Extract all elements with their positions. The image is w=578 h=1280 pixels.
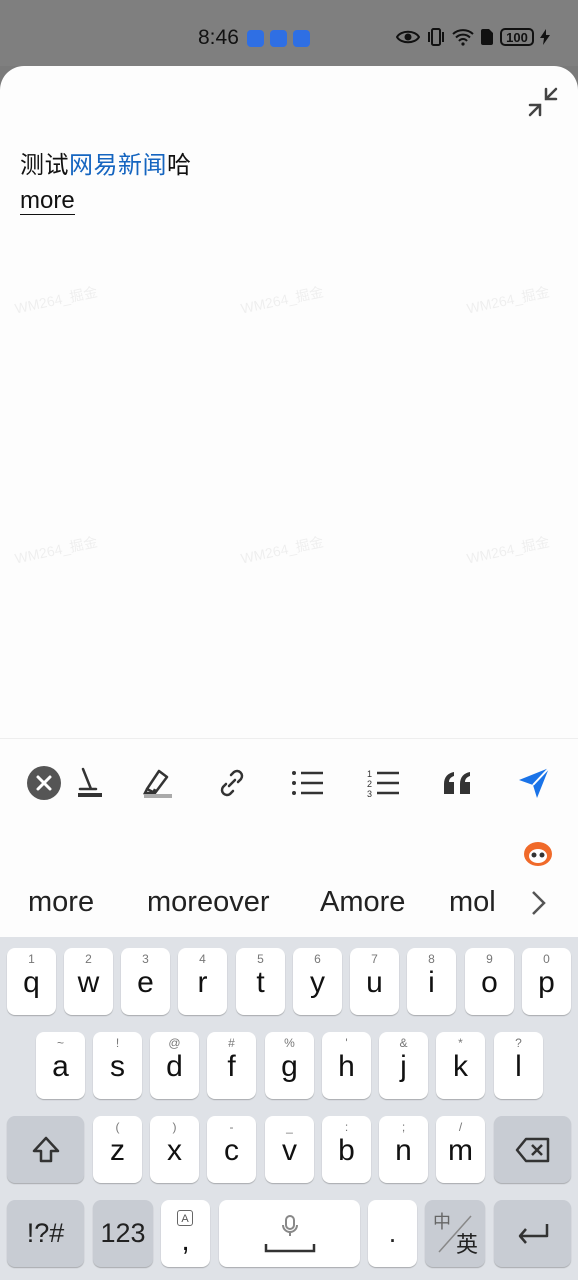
key-b[interactable]: :b [322,1116,371,1183]
editor-text: 测试 [20,152,69,179]
close-circle-icon [27,766,61,800]
suggestion-item[interactable]: moreover [147,886,270,919]
editor-line: more [20,184,540,218]
svg-text:2: 2 [367,779,372,789]
key-a[interactable]: ~ a [36,1032,85,1099]
key-y[interactable]: 6y [293,948,342,1015]
key-n[interactable]: ; n [379,1116,428,1183]
period-key[interactable]: . [368,1200,417,1267]
suggestion-item[interactable]: more [28,886,94,919]
quote-button[interactable] [438,763,478,803]
highlighter-icon [142,769,172,798]
microphone-icon [281,1214,298,1236]
editor-line: 测试网易新闻哈 [20,150,540,182]
app-notification-icon [293,30,310,47]
status-bar: 8:46 100 [0,0,578,66]
app-notification-icon [270,30,287,47]
key-v[interactable]: _ v [265,1116,314,1183]
wifi-icon [452,29,474,46]
key-m[interactable]: / m [436,1116,485,1183]
collapse-icon[interactable] [527,86,559,118]
key-e[interactable]: 3e [121,948,170,1015]
status-time: 8:46 [198,26,239,49]
key-s[interactable]: ! s [93,1032,142,1099]
text-format-icon [78,767,102,797]
suggestion-item[interactable]: Amore [320,886,405,919]
key-c[interactable]: -c [207,1116,256,1183]
numbered-list-icon: 123 [367,769,399,798]
chevron-right-icon[interactable] [528,889,548,917]
rich-text-editor[interactable]: 测试网易新闻哈 more [20,150,540,218]
sim-icon [481,29,493,45]
system-icons: 100 [396,28,550,46]
link-button[interactable] [212,763,252,803]
key-w[interactable]: 2w [64,948,113,1015]
backspace-icon [515,1137,549,1162]
key-p[interactable]: 0p [522,948,571,1015]
vibrate-icon [428,28,444,46]
clear-button[interactable] [24,763,64,803]
key-i[interactable]: 8i [407,948,456,1015]
key-d[interactable]: @ d [150,1032,199,1099]
backspace-key[interactable] [494,1116,571,1183]
svg-text:1: 1 [367,769,372,779]
key-j[interactable]: & j [379,1032,428,1099]
charging-icon [540,29,550,45]
key-o[interactable]: 9o [465,948,514,1015]
suggestion-strip [0,827,578,937]
numbers-key[interactable]: 123 [93,1200,153,1267]
send-icon [519,767,550,798]
key-g[interactable]: % g [265,1032,314,1099]
language-switch-key[interactable]: 中 英 [425,1200,485,1267]
space-key[interactable] [219,1200,360,1267]
key-k[interactable]: * k [436,1032,485,1099]
key-f[interactable]: # f [207,1032,256,1099]
text-style-button[interactable] [70,763,110,803]
svg-text:3: 3 [367,789,372,798]
key-h[interactable]: ' h [322,1032,371,1099]
notification-icons [247,30,310,47]
space-bar-icon [264,1243,315,1252]
shift-key[interactable] [7,1116,84,1183]
key-x[interactable]: ) x [150,1116,199,1183]
key-t[interactable]: 5t [236,948,285,1015]
comma-key[interactable]: A , [161,1200,210,1267]
editor-text: 哈 [167,152,192,179]
symbols-key[interactable]: !?# [7,1200,84,1267]
soft-keyboard: 1q 2w 3e 4r 5t 6y 7u 8i 9o 0p ~ a ! s @ d #… [0,937,578,1280]
bullet-list-icon [292,771,323,795]
key-q[interactable]: 1q [7,948,56,1015]
format-toolbar: 123 [0,738,578,828]
send-button[interactable] [514,763,554,803]
eye-icon [396,30,420,44]
composing-word: more [20,187,75,215]
bullet-list-button[interactable] [288,763,328,803]
highlight-button[interactable] [138,763,178,803]
key-l[interactable]: ? l [494,1032,543,1099]
quote-icon [444,772,470,794]
app-notification-icon [247,30,264,47]
key-z[interactable]: (z [93,1116,142,1183]
numbered-list-button[interactable]: 123 [364,763,404,803]
enter-key[interactable] [494,1200,571,1267]
suggestion-item[interactable]: mol [449,886,513,919]
key-u[interactable]: 7u [350,948,399,1015]
link-icon [220,769,244,797]
key-r[interactable]: 4r [178,948,227,1015]
editor-link[interactable]: 网易新闻 [69,152,167,179]
enter-icon [518,1223,548,1244]
shift-icon [32,1136,59,1162]
keyboard-mascot-icon[interactable] [522,838,554,868]
battery-indicator: 100 [500,28,534,46]
